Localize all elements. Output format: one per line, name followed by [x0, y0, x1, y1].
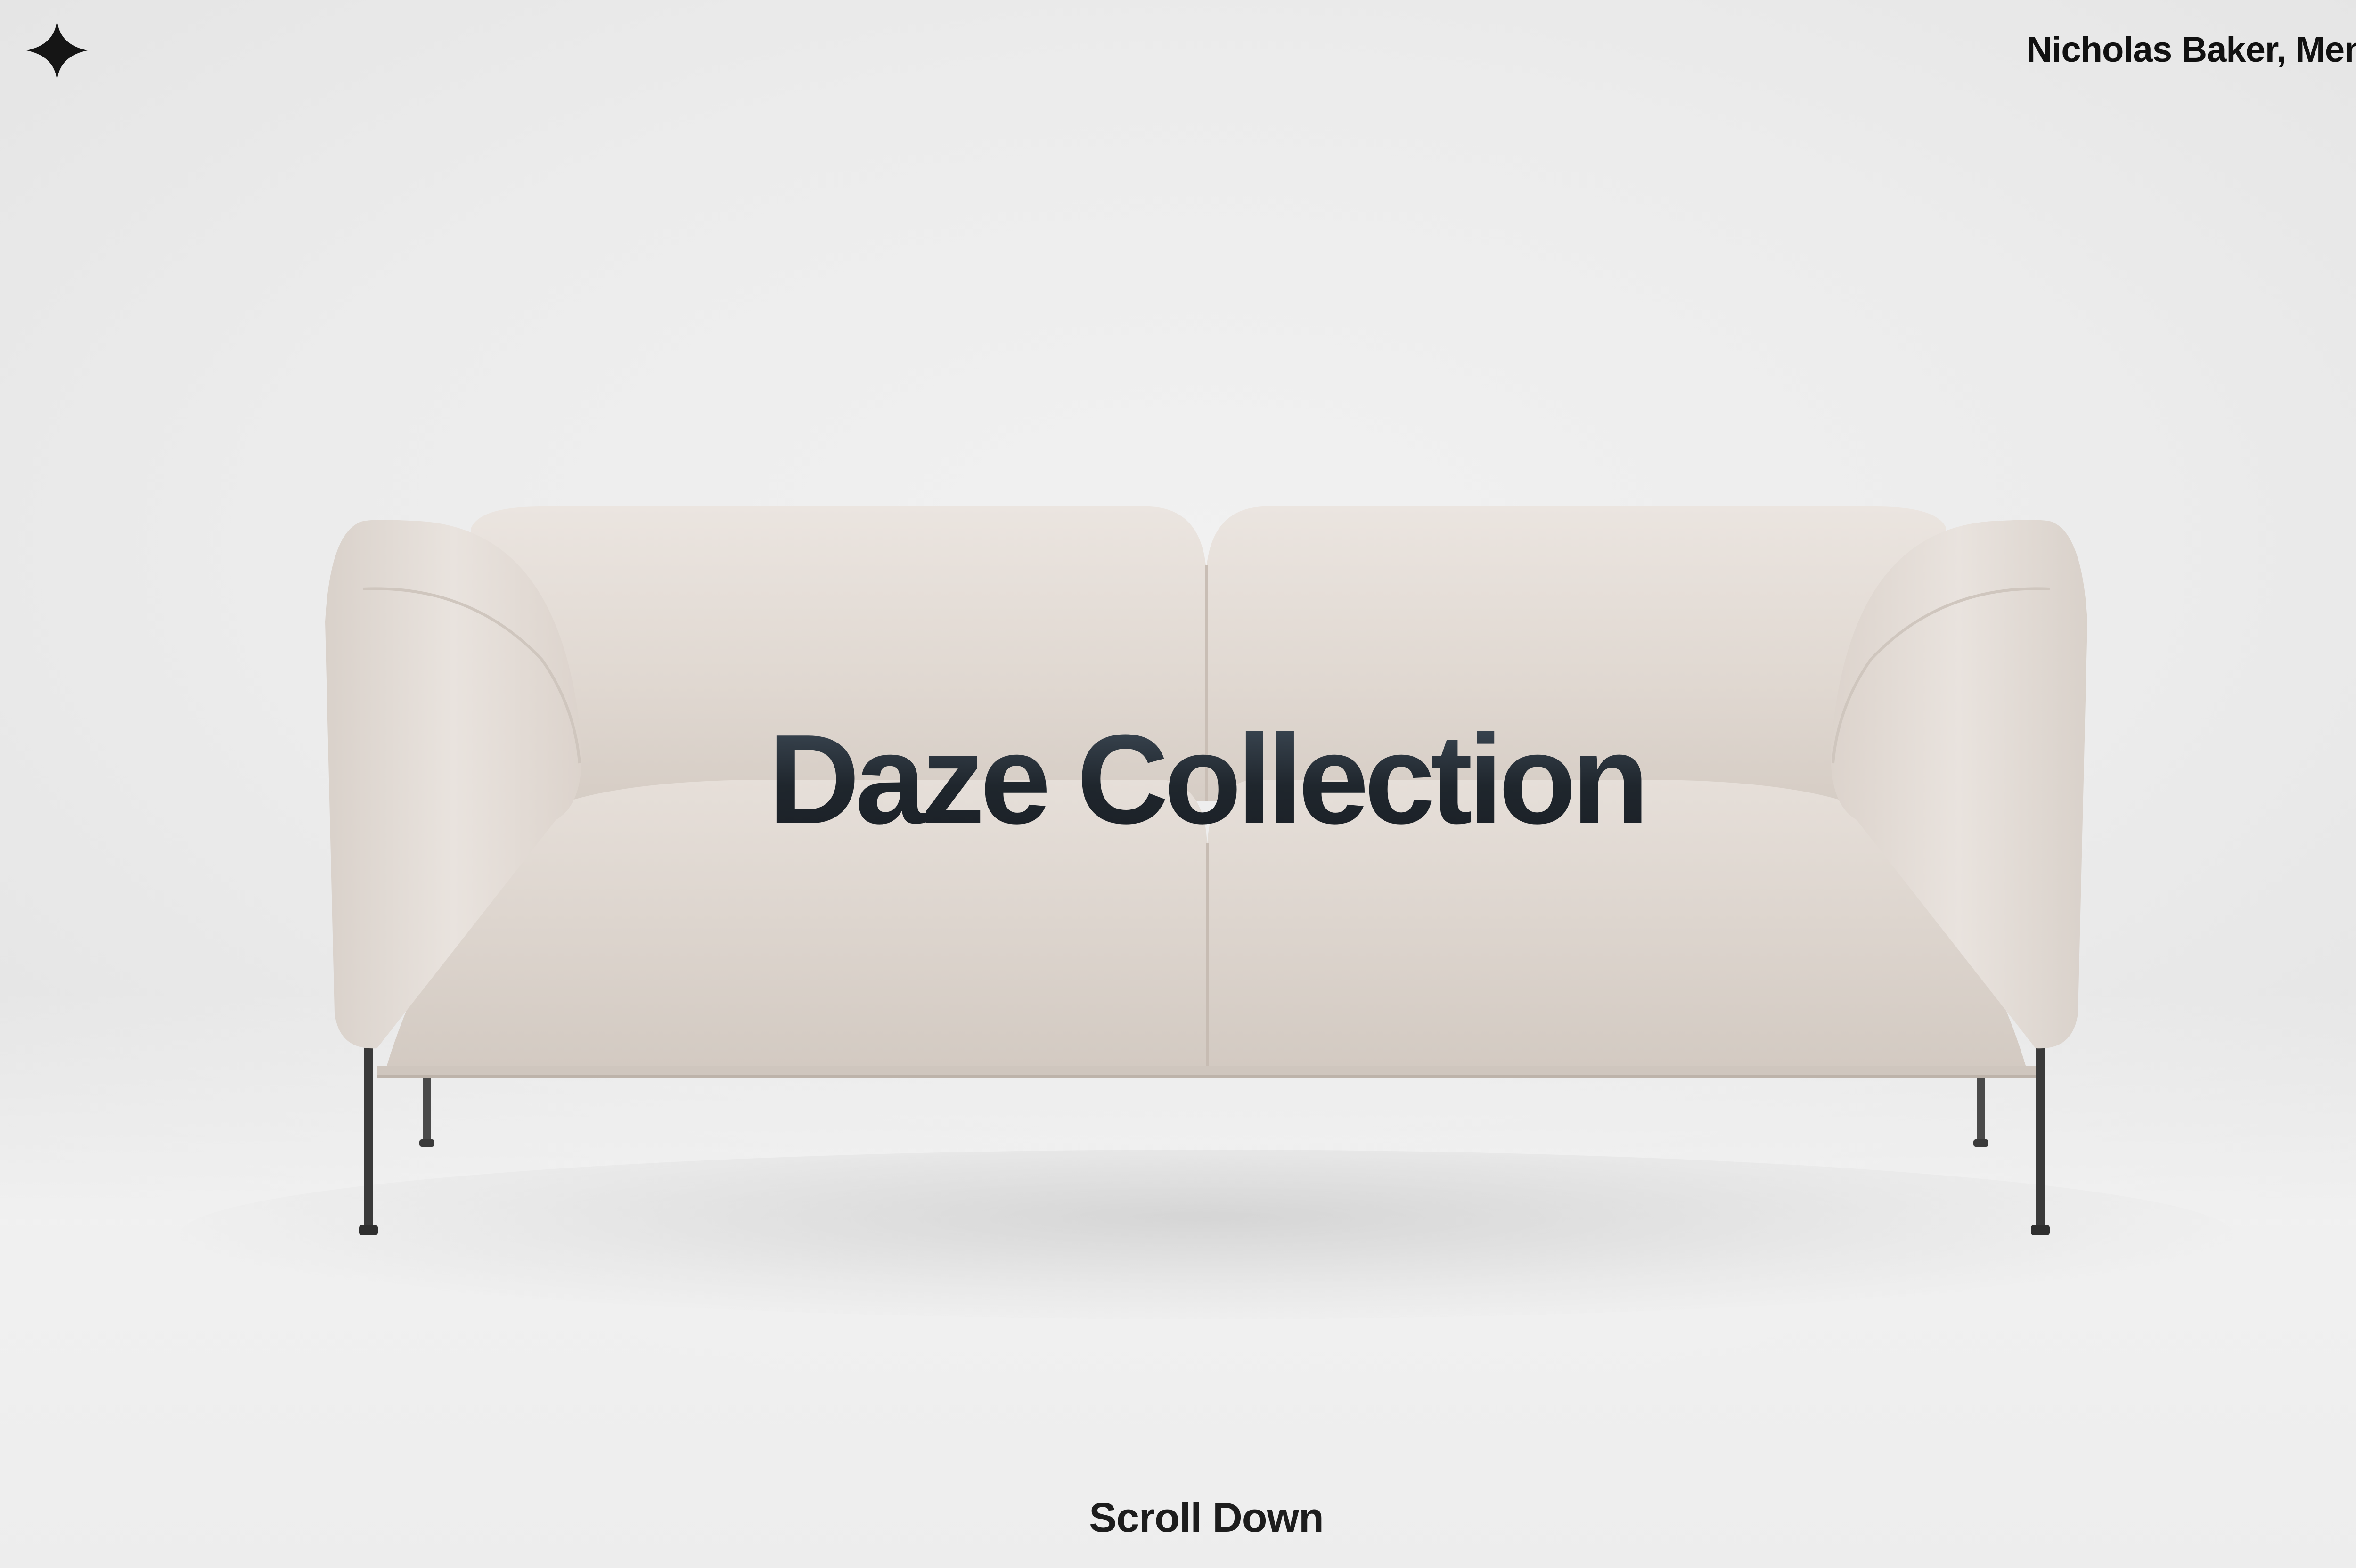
- star-logo-icon[interactable]: [25, 19, 89, 82]
- top-nav: Nicholas Baker, Menu: [2026, 29, 2356, 70]
- scroll-down-button[interactable]: Scroll Down: [0, 1494, 2356, 1542]
- owner-name-link[interactable]: Nicholas Baker,: [2026, 30, 2286, 70]
- hero-title: Daze Collection: [0, 716, 2356, 843]
- menu-button[interactable]: Menu: [2296, 30, 2356, 70]
